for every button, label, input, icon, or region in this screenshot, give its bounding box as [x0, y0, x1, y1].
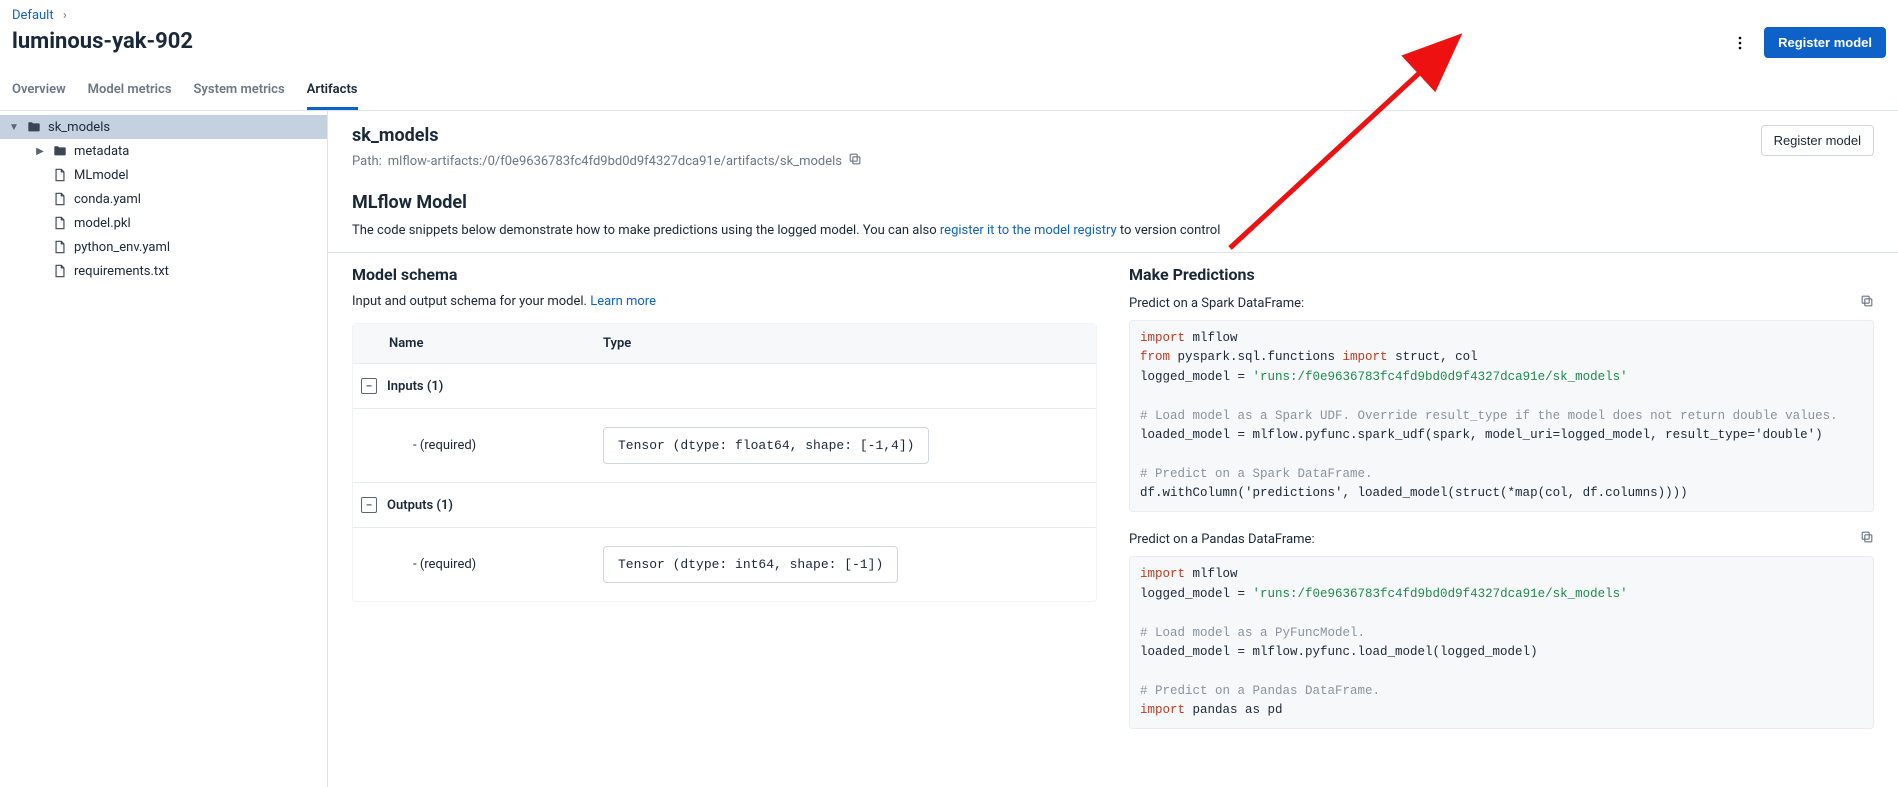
predictions-heading: Make Predictions: [1129, 265, 1874, 284]
schema-output-name: - (required): [413, 557, 583, 572]
schema-output-type: Tensor (dtype: int64, shape: [-1]): [603, 546, 898, 583]
file-icon: [52, 216, 68, 230]
chevron-down-icon[interactable]: ▼: [8, 122, 20, 133]
tree-label: MLmodel: [74, 168, 129, 183]
tree-folder-sk_models[interactable]: ▼ sk_models: [0, 115, 327, 139]
folder-icon: [52, 144, 68, 158]
chevron-right-icon[interactable]: ▶: [34, 146, 46, 157]
schema-col-type: Type: [593, 324, 1096, 363]
tree-file-pythonenv[interactable]: python_env.yaml: [0, 235, 327, 259]
schema-inputs-group[interactable]: − Inputs (1): [353, 364, 1096, 409]
schema-inputs-label: Inputs (1): [387, 379, 443, 394]
path-label: Path:: [352, 154, 382, 169]
collapse-icon[interactable]: −: [361, 378, 377, 394]
register-model-secondary-button[interactable]: Register model: [1761, 125, 1874, 156]
schema-output-row: - (required) Tensor (dtype: int64, shape…: [353, 528, 1096, 601]
breadcrumb: Default ›: [0, 0, 1898, 23]
copy-icon[interactable]: [848, 152, 862, 170]
mlflow-model-heading: MLflow Model: [328, 184, 1898, 223]
schema-outputs-group[interactable]: − Outputs (1): [353, 483, 1096, 528]
tree-label: requirements.txt: [74, 264, 169, 279]
schema-input-type: Tensor (dtype: float64, shape: [-1,4]): [603, 427, 929, 464]
schema-input-row: - (required) Tensor (dtype: float64, sha…: [353, 409, 1096, 483]
predict-spark-code: import mlflow from pyspark.sql.functions…: [1129, 320, 1874, 512]
predict-pandas-label: Predict on a Pandas DataFrame:: [1129, 532, 1315, 547]
folder-icon: [26, 120, 42, 134]
tree-file-requirements[interactable]: requirements.txt: [0, 259, 327, 283]
artifact-title: sk_models: [352, 125, 862, 146]
predict-spark-label: Predict on a Spark DataFrame:: [1129, 296, 1304, 311]
tab-overview[interactable]: Overview: [12, 72, 66, 110]
page-title: luminous-yak-902: [12, 28, 193, 57]
tree-label: metadata: [74, 144, 129, 159]
file-icon: [52, 168, 68, 182]
tree-file-conda[interactable]: conda.yaml: [0, 187, 327, 211]
model-schema-heading: Model schema: [352, 265, 1097, 284]
tree-label: model.pkl: [74, 216, 131, 231]
file-icon: [52, 192, 68, 206]
more-actions-button[interactable]: [1728, 31, 1752, 55]
tab-system-metrics[interactable]: System metrics: [194, 72, 285, 110]
tab-model-metrics[interactable]: Model metrics: [88, 72, 172, 110]
predict-pandas-code: import mlflow logged_model = 'runs:/f0e9…: [1129, 556, 1874, 729]
register-model-button[interactable]: Register model: [1764, 27, 1886, 58]
tree-label: sk_models: [48, 120, 110, 135]
schema-subtext: Input and output schema for your model.: [352, 294, 590, 309]
register-registry-link[interactable]: register it to the model registry: [940, 223, 1117, 238]
schema-outputs-label: Outputs (1): [387, 498, 453, 513]
tree-label: python_env.yaml: [74, 240, 170, 255]
file-icon: [52, 240, 68, 254]
schema-input-name: - (required): [413, 438, 583, 453]
tree-file-mlmodel[interactable]: MLmodel: [0, 163, 327, 187]
predictions-section: Make Predictions Predict on a Spark Data…: [1129, 265, 1874, 747]
artifact-tree: ▼ sk_models ▶ metadata MLmodel: [0, 111, 328, 787]
copy-code-icon[interactable]: [1860, 530, 1874, 548]
breadcrumb-sep: ›: [63, 8, 67, 23]
schema-col-name: Name: [353, 324, 593, 363]
tabs: Overview Model metrics System metrics Ar…: [0, 72, 1898, 111]
file-icon: [52, 264, 68, 278]
tree-folder-metadata[interactable]: ▶ metadata: [0, 139, 327, 163]
breadcrumb-root[interactable]: Default: [12, 8, 54, 23]
artifact-path: mlflow-artifacts:/0/f0e9636783fc4fd9bd0d…: [388, 154, 842, 169]
schema-header-row: Name Type: [353, 324, 1096, 364]
mlflow-model-desc: The code snippets below demonstrate how …: [328, 223, 1898, 252]
tree-label: conda.yaml: [74, 192, 141, 207]
schema-learn-more-link[interactable]: Learn more: [590, 294, 656, 309]
tree-file-modelpkl[interactable]: model.pkl: [0, 211, 327, 235]
tab-artifacts[interactable]: Artifacts: [307, 72, 358, 110]
collapse-icon[interactable]: −: [361, 497, 377, 513]
model-schema-section: Model schema Input and output schema for…: [352, 265, 1097, 747]
copy-code-icon[interactable]: [1860, 294, 1874, 312]
